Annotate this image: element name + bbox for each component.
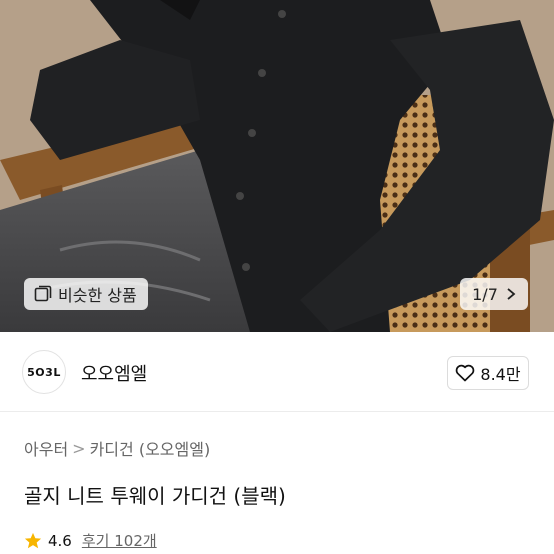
- like-button[interactable]: 8.4만: [447, 356, 529, 390]
- breadcrumb-separator: >: [72, 438, 86, 458]
- chevron-right-icon: [507, 288, 516, 300]
- similar-products-label: 비슷한 상품: [58, 286, 137, 305]
- breadcrumb: 아우터 > 카디건 (오오엠엘): [24, 436, 210, 460]
- similar-products-button[interactable]: 비슷한 상품: [24, 278, 148, 310]
- breadcrumb-item-cardigan[interactable]: 카디건 (오오엠엘): [90, 436, 211, 460]
- product-image[interactable]: 비슷한 상품 1/7: [0, 0, 554, 332]
- heart-outline-icon: [456, 364, 475, 382]
- review-link[interactable]: 후기 102개: [82, 530, 157, 551]
- like-count: 8.4만: [480, 365, 521, 384]
- image-stack-icon: [34, 285, 52, 302]
- product-rating: 4.6 후기 102개: [24, 530, 157, 551]
- product-title: 골지 니트 투웨이 가디건 (블랙): [24, 484, 286, 508]
- breadcrumb-item-outer[interactable]: 아우터: [24, 436, 68, 460]
- pager-count: 1/7: [472, 284, 498, 304]
- shop-row: 5O3L 오오엠엘 8.4만: [0, 332, 554, 412]
- image-pager[interactable]: 1/7: [460, 278, 528, 310]
- shop-logo-text: 5O3L: [27, 365, 61, 379]
- shop-logo[interactable]: 5O3L: [22, 350, 66, 394]
- rating-value: 4.6: [48, 531, 72, 550]
- star-icon: [24, 532, 42, 548]
- shop-name[interactable]: 오오엠엘: [81, 360, 147, 386]
